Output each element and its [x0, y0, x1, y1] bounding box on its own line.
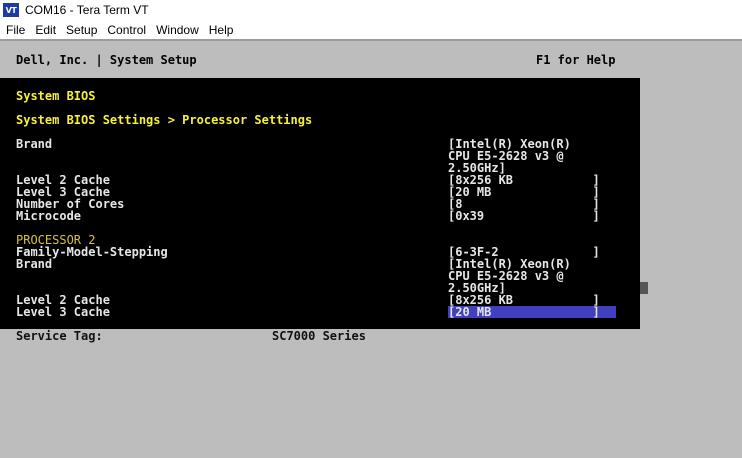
menu-file[interactable]: File — [0, 23, 30, 37]
scroll-indicator — [640, 282, 648, 294]
brand-label: Brand — [16, 137, 53, 151]
menu-setup[interactable]: Setup — [61, 23, 102, 37]
menu-help[interactable]: Help — [204, 23, 239, 37]
menu-bar: File Edit Setup Control Window Help — [0, 20, 742, 39]
bios-title: System BIOS — [16, 89, 96, 103]
microcode-value[interactable]: [0x39 ] — [448, 210, 600, 222]
service-tag-value: SC7000 Series — [272, 329, 366, 343]
help-hint: F1 for Help — [536, 53, 616, 67]
l3-cache2-label: Level 3 Cache — [16, 305, 110, 319]
breadcrumb: System BIOS Settings > Processor Setting… — [16, 113, 313, 127]
menu-control[interactable]: Control — [102, 23, 151, 37]
setup-header: Dell, Inc. | System Setup — [16, 53, 197, 67]
microcode-label: Microcode — [16, 209, 82, 223]
teraterm-icon: VT — [3, 3, 19, 17]
title-bar: VT COM16 - Tera Term VT — [0, 0, 742, 20]
window-title: COM16 - Tera Term VT — [25, 3, 149, 17]
l3-cache2-value[interactable]: [20 MB ] — [448, 306, 600, 318]
menu-window[interactable]: Window — [151, 23, 204, 37]
menu-edit[interactable]: Edit — [30, 23, 61, 37]
service-tag-label: Service Tag: — [16, 329, 103, 343]
brand2-label: Brand — [16, 257, 53, 271]
menu-divider — [0, 39, 742, 41]
